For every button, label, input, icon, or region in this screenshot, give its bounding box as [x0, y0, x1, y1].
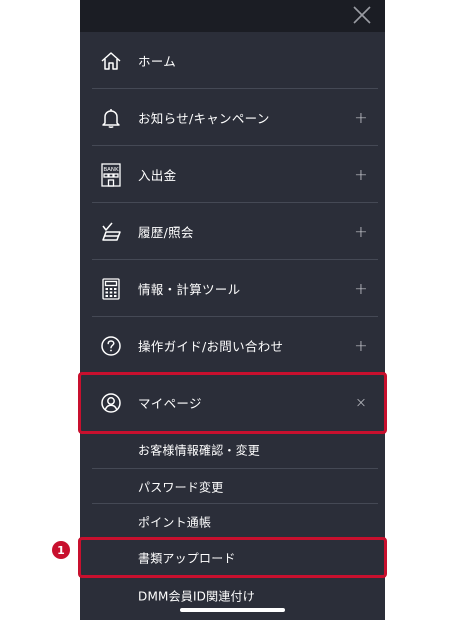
user-circle-icon [100, 392, 122, 414]
expand-icon[interactable]: + [353, 108, 369, 127]
submenu-item-document-upload[interactable]: 書類アップロード [80, 540, 385, 576]
expand-icon[interactable]: + [353, 165, 369, 184]
drawer-header [80, 0, 385, 32]
menu-item-mypage[interactable]: マイページ × [80, 374, 385, 431]
submenu-item-label: 書類アップロード [138, 551, 236, 566]
home-indicator [180, 608, 285, 612]
question-circle-icon [100, 335, 122, 357]
close-icon[interactable] [351, 4, 373, 26]
menu-item-label: 操作ガイド/お問い合わせ [138, 339, 284, 354]
bell-icon [100, 107, 122, 129]
expand-icon[interactable]: + [353, 279, 369, 298]
menu-item-label: 入出金 [138, 168, 177, 183]
menu-item-label: 履歴/照会 [138, 225, 194, 240]
submenu-item-label: ポイント通帳 [138, 515, 212, 530]
menu-item-label: ホーム [138, 54, 177, 69]
menu-item-home[interactable]: ホーム [80, 32, 385, 89]
menu-item-history[interactable]: 履歴/照会 + [80, 203, 385, 260]
navigation-drawer: ホーム お知らせ/キャンペーン + BANK 入出金 + 履歴/照会 + 情報・… [80, 0, 385, 620]
expand-icon[interactable]: + [353, 336, 369, 355]
menu-item-label: 情報・計算ツール [138, 282, 241, 297]
menu-item-label: お知らせ/キャンペーン [138, 111, 270, 126]
menu-item-label: マイページ [138, 396, 202, 411]
bank-icon-text: BANK [103, 167, 119, 173]
expand-icon[interactable]: + [353, 222, 369, 241]
history-check-icon [100, 221, 122, 243]
submenu-item-label: お客様情報確認・変更 [138, 443, 261, 458]
menu-item-tools[interactable]: 情報・計算ツール + [80, 260, 385, 317]
submenu-item-label: DMM会員ID関連付け [138, 589, 255, 604]
menu-item-notifications[interactable]: お知らせ/キャンペーン + [80, 89, 385, 146]
submenu-item-password-change[interactable]: パスワード変更 [80, 469, 385, 505]
menu-item-deposit-withdrawal[interactable]: BANK 入出金 + [80, 146, 385, 203]
submenu-item-label: パスワード変更 [138, 480, 224, 495]
bank-icon: BANK [100, 162, 122, 187]
menu-item-guide-contact[interactable]: 操作ガイド/お問い合わせ + [80, 317, 385, 374]
step-badge: 1 [52, 541, 70, 559]
submenu-item-customer-info[interactable]: お客様情報確認・変更 [80, 432, 385, 468]
home-icon [100, 50, 122, 72]
submenu-item-point-book[interactable]: ポイント通帳 [80, 504, 385, 540]
calculator-icon [100, 277, 122, 300]
collapse-icon[interactable]: × [353, 395, 369, 411]
